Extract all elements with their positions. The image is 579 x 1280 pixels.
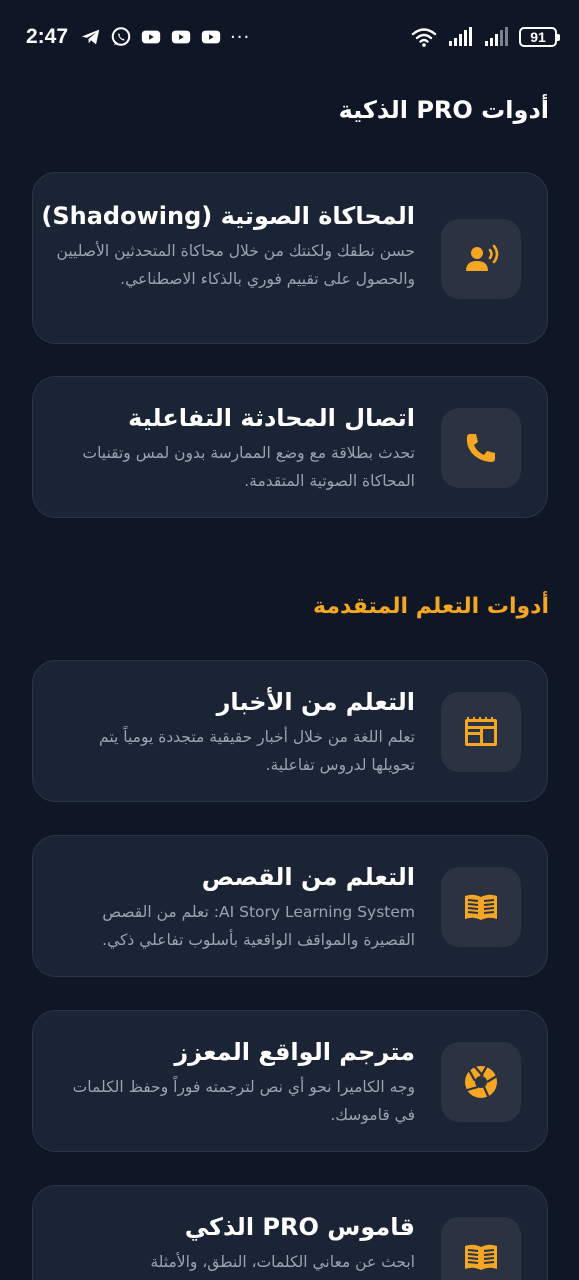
battery-icon: 91 [519, 27, 560, 47]
card-description: وجه الكاميرا نحو أي نص لترجمته فوراً وحف… [72, 1078, 415, 1124]
card-description: تحدث بطلاقة مع وضع الممارسة بدون لمس وتق… [82, 444, 415, 490]
youtube-icon [141, 30, 161, 44]
card-description: ابحث عن معاني الكلمات، النطق، والأمثلة [150, 1253, 415, 1271]
card-learn-from-news[interactable]: التعلم من الأخبار تعلم اللغة من خلال أخب… [32, 660, 548, 802]
card-description: حسن نطقك ولكنتك من خلال محاكاة المتحدثين… [56, 242, 415, 288]
signal-icon [449, 27, 472, 46]
card-ar-translator[interactable]: مترجم الواقع المعزز وجه الكاميرا نحو أي … [32, 1010, 548, 1152]
card-title: المحاكاة الصوتية (Shadowing) [41, 202, 415, 230]
status-bar-right: 91 [411, 26, 560, 48]
book-icon [465, 894, 497, 920]
card-text: قاموس PRO الذكي ابحث عن معاني الكلمات، ا… [53, 1210, 415, 1276]
card-text: التعلم من الأخبار تعلم اللغة من خلال أخب… [53, 685, 415, 779]
card-text: المحاكاة الصوتية (Shadowing) حسن نطقك ول… [41, 199, 415, 293]
battery-level: 91 [530, 29, 546, 45]
card-text: مترجم الواقع المعزز وجه الكاميرا نحو أي … [53, 1035, 415, 1129]
card-title: التعلم من الأخبار [216, 688, 415, 716]
section-title-advanced-tools: أدوات التعلم المتقدمة [313, 594, 549, 619]
youtube-icon [171, 30, 191, 44]
icon-box [441, 1217, 521, 1280]
status-bar-left: 2:47 ··· [26, 25, 250, 49]
card-interactive-call[interactable]: اتصال المحادثة التفاعلية تحدث بطلاقة مع … [32, 376, 548, 518]
card-description: AI Story Learning System: تعلم من القصص … [102, 903, 415, 949]
icon-box [441, 867, 521, 947]
section-title-pro-tools: أدوات PRO الذكية [338, 96, 549, 124]
phone-icon [466, 434, 495, 462]
signal-icon [485, 27, 508, 46]
card-pro-dictionary[interactable]: قاموس PRO الذكي ابحث عن معاني الكلمات، ا… [32, 1185, 548, 1280]
more-dots-icon: ··· [230, 26, 251, 48]
wifi-icon [411, 28, 437, 47]
card-title: مترجم الواقع المعزز [174, 1038, 415, 1066]
card-title: التعلم من القصص [201, 863, 415, 891]
card-title: اتصال المحادثة التفاعلية [128, 404, 415, 432]
youtube-icon [201, 30, 221, 44]
screen: 2:47 ··· 91 أدوات PRO الذكية المحاكاة ال… [0, 0, 579, 1280]
card-shadowing[interactable]: المحاكاة الصوتية (Shadowing) حسن نطقك ول… [32, 172, 548, 344]
camera-aperture-icon [465, 1065, 498, 1099]
icon-box [441, 692, 521, 772]
card-learn-from-stories[interactable]: التعلم من القصص AI Story Learning System… [32, 835, 548, 977]
telegram-icon [81, 29, 100, 45]
newspaper-icon [465, 717, 497, 746]
icon-box [441, 1042, 521, 1122]
card-description: تعلم اللغة من خلال أخبار حقيقية متجددة ي… [99, 728, 415, 774]
voice-speaker-icon [466, 244, 499, 271]
icon-box [441, 219, 521, 299]
card-title: قاموس PRO الذكي [184, 1213, 415, 1241]
card-text: اتصال المحادثة التفاعلية تحدث بطلاقة مع … [53, 401, 415, 495]
status-bar: 2:47 ··· 91 [0, 0, 579, 74]
status-time: 2:47 [26, 25, 69, 48]
book-icon [465, 1244, 497, 1270]
icon-box [441, 408, 521, 488]
card-text: التعلم من القصص AI Story Learning System… [53, 860, 415, 954]
whatsapp-icon [111, 27, 131, 46]
